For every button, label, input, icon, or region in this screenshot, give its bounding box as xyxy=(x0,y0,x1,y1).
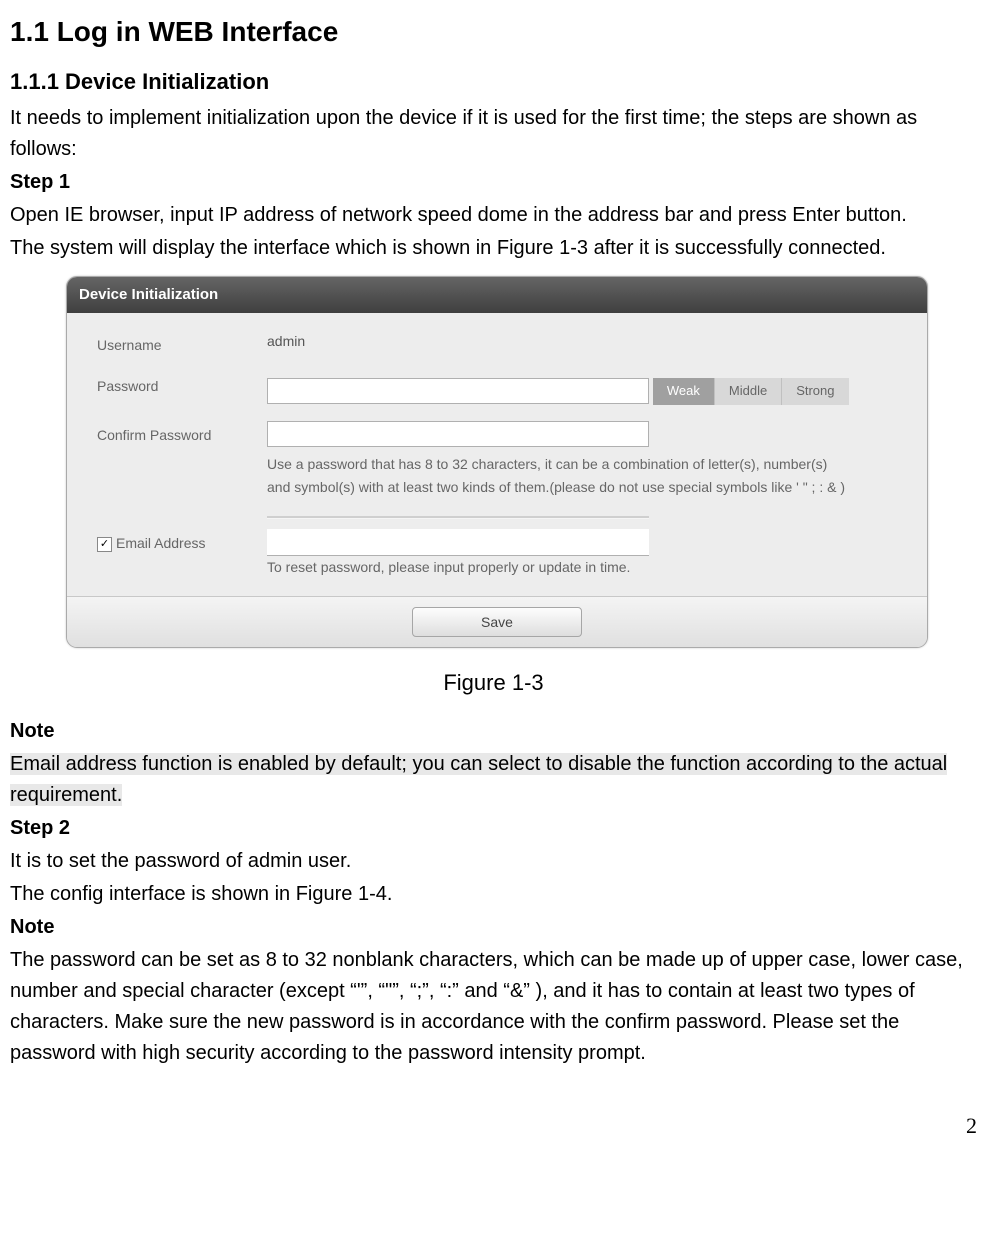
dialog-title: Device Initialization xyxy=(67,277,927,312)
step1-text2: The system will display the interface wh… xyxy=(10,233,977,264)
strength-middle: Middle xyxy=(714,378,781,404)
note1-text: Email address function is enabled by def… xyxy=(10,749,977,811)
step1-text1: Open IE browser, input IP address of net… xyxy=(10,200,977,231)
confirm-label: Confirm Password xyxy=(97,421,267,447)
step2-label: Step 2 xyxy=(10,813,977,844)
confirm-password-input[interactable] xyxy=(267,421,649,447)
email-label: Email Address xyxy=(116,533,205,555)
note2-label: Note xyxy=(10,912,977,943)
email-row: ✓ Email Address To reset password, pleas… xyxy=(97,529,917,580)
intro-text: It needs to implement initialization upo… xyxy=(10,103,977,165)
username-row: Username admin xyxy=(97,331,917,357)
step1-label: Step 1 xyxy=(10,167,977,198)
section-heading: 1.1 Log in WEB Interface xyxy=(10,10,977,53)
strength-strong: Strong xyxy=(781,378,848,404)
subsection-heading: 1.1.1 Device Initialization xyxy=(10,65,977,99)
password-strength-meter: Weak Middle Strong xyxy=(653,378,849,404)
strength-weak: Weak xyxy=(653,378,714,404)
confirm-row: Confirm Password Use a password that has… xyxy=(97,421,917,501)
page-number: 2 xyxy=(10,1109,977,1143)
dialog-footer: Save xyxy=(67,596,927,647)
figure-caption: Figure 1-3 xyxy=(10,666,977,700)
password-input[interactable] xyxy=(267,378,649,404)
email-hint: To reset password, please input properly… xyxy=(267,556,847,580)
step2-text2: The config interface is shown in Figure … xyxy=(10,879,977,910)
step2-text1: It is to set the password of admin user. xyxy=(10,846,977,877)
username-label: Username xyxy=(97,331,267,357)
note1-highlight: Email address function is enabled by def… xyxy=(10,753,947,806)
password-hint: Use a password that has 8 to 32 characte… xyxy=(267,453,847,501)
save-button[interactable]: Save xyxy=(412,607,582,637)
dialog-body: Username admin Password Weak Middle Stro… xyxy=(67,313,927,580)
password-label: Password xyxy=(97,372,267,398)
email-checkbox[interactable]: ✓ xyxy=(97,537,112,552)
password-row: Password Weak Middle Strong xyxy=(97,372,917,404)
figure-wrapper: Device Initialization Username admin Pas… xyxy=(10,276,977,647)
note1-label: Note xyxy=(10,716,977,747)
email-input[interactable] xyxy=(267,529,649,555)
username-value: admin xyxy=(267,331,917,353)
note2-text: The password can be set as 8 to 32 nonbl… xyxy=(10,945,977,1069)
device-init-dialog: Device Initialization Username admin Pas… xyxy=(66,276,928,647)
divider xyxy=(267,516,649,519)
